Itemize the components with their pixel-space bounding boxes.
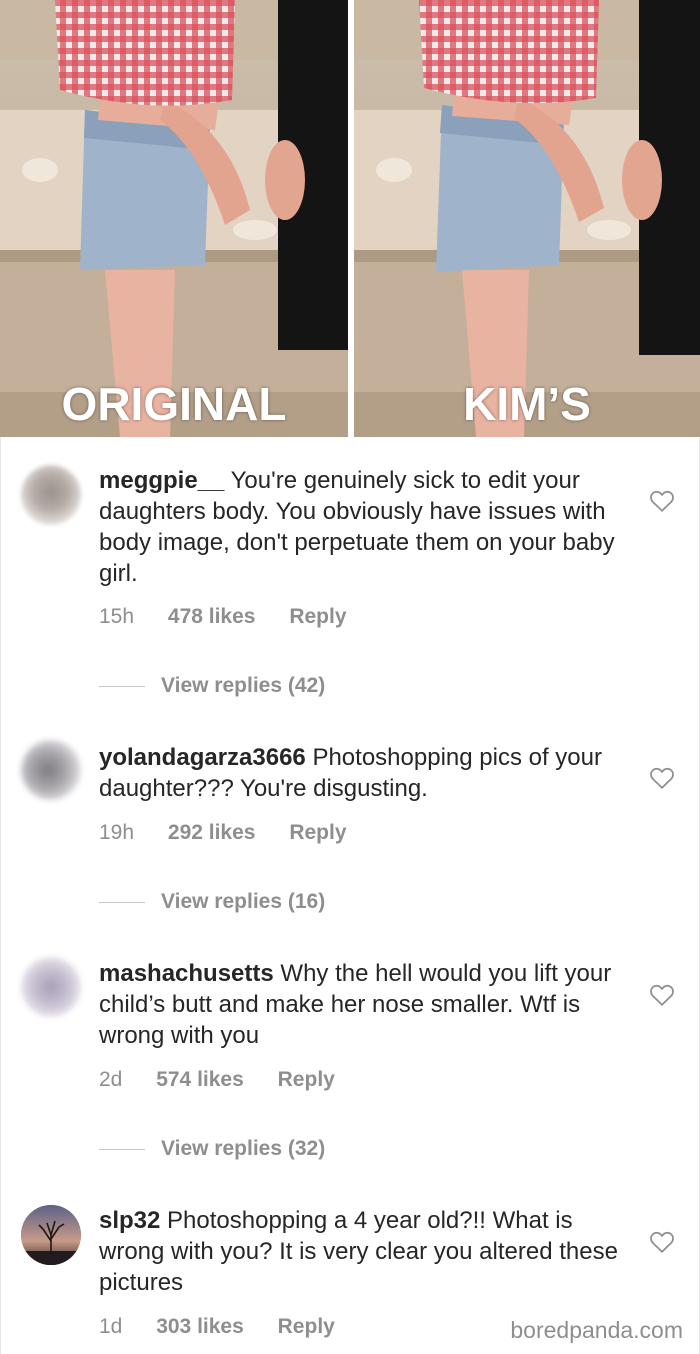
comment-text: mashachusetts Why the hell would you lif… (99, 958, 619, 1051)
comment-username[interactable]: slp32 (99, 1207, 160, 1234)
reply-button[interactable]: Reply (278, 1068, 335, 1091)
view-replies-button[interactable]: View replies (32) (99, 1137, 325, 1161)
avatar[interactable] (21, 465, 81, 525)
comment-username[interactable]: yolandagarza3666 (99, 744, 306, 771)
view-replies-label: View replies (42) (161, 674, 326, 697)
reply-button[interactable]: Reply (289, 821, 346, 844)
comment-time: 19h (99, 821, 135, 844)
original-photo-image (0, 0, 348, 437)
comment-text: slp32 Photoshopping a 4 year old?!! What… (99, 1205, 619, 1298)
view-replies-button[interactable]: View replies (16) (99, 890, 325, 914)
replies-divider (99, 1148, 145, 1150)
replies-divider (99, 685, 145, 687)
comment-time: 2d (99, 1068, 123, 1091)
comment-likes[interactable]: 303 likes (156, 1315, 244, 1338)
comparison-photos: ORIGINAL KIM’S (0, 0, 700, 437)
view-replies-label: View replies (16) (161, 890, 326, 913)
like-heart-icon[interactable] (649, 983, 675, 1007)
comment-username[interactable]: mashachusetts (99, 960, 274, 987)
comment-text: meggpie__ You're genuinely sick to edit … (99, 465, 619, 589)
comment-time: 15h (99, 605, 135, 628)
avatar[interactable] (21, 1205, 81, 1265)
comments-list: meggpie__ You're genuinely sick to edit … (0, 437, 700, 1354)
comment-message: Photoshopping a 4 year old?!! What is wr… (99, 1207, 618, 1296)
comment-meta: 2d 574 likes Reply (99, 1068, 363, 1092)
original-caption: ORIGINAL (61, 378, 287, 430)
like-heart-icon[interactable] (649, 766, 675, 790)
kims-photo-image (354, 0, 700, 437)
kims-caption: KIM’S (463, 378, 591, 430)
reply-button[interactable]: Reply (278, 1315, 335, 1338)
comment-likes[interactable]: 292 likes (168, 821, 256, 844)
watermark: boredpanda.com (510, 1317, 683, 1343)
comment-meta: 15h 478 likes Reply (99, 605, 375, 629)
comment-time: 1d (99, 1315, 123, 1338)
kims-photo: KIM’S (354, 0, 700, 437)
comment-username[interactable]: meggpie__ (99, 467, 224, 494)
comment-meta: 19h 292 likes Reply (99, 821, 375, 845)
original-photo: ORIGINAL (0, 0, 348, 437)
view-replies-label: View replies (32) (161, 1137, 326, 1160)
reply-button[interactable]: Reply (289, 605, 346, 628)
like-heart-icon[interactable] (649, 1230, 675, 1254)
replies-divider (99, 901, 145, 903)
comment-likes[interactable]: 574 likes (156, 1068, 244, 1091)
avatar[interactable] (21, 740, 81, 800)
comment-text: yolandagarza3666 Photoshopping pics of y… (99, 742, 619, 804)
view-replies-button[interactable]: View replies (42) (99, 674, 325, 698)
like-heart-icon[interactable] (649, 489, 675, 513)
avatar[interactable] (21, 957, 81, 1017)
comment-meta: 1d 303 likes Reply (99, 1315, 363, 1339)
comment-likes[interactable]: 478 likes (168, 605, 256, 628)
avatar-tree-image (21, 1205, 81, 1265)
